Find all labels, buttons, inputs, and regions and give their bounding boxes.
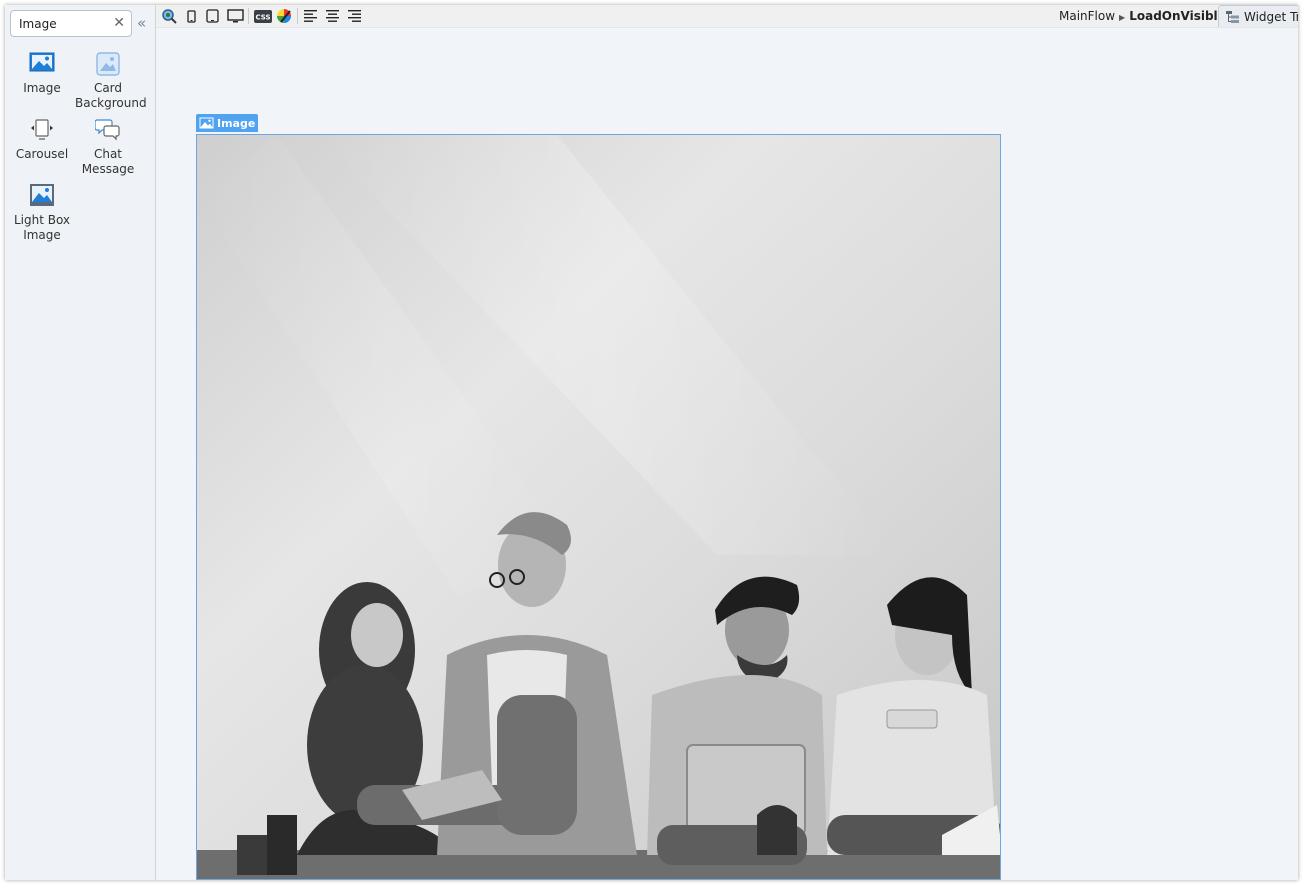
app-window: ✕ « Image C	[5, 5, 1298, 880]
card-background-icon	[75, 51, 141, 77]
lightbox-image-icon	[9, 183, 75, 209]
editor-toolbar: CSS MainFlow ▶ LoadOnVisible Widget T	[156, 5, 1298, 28]
widget-search-box[interactable]: ✕	[10, 10, 132, 37]
widget-item-lightbox-image[interactable]: Light Box Image	[9, 183, 75, 243]
tablet-icon[interactable]	[203, 7, 221, 25]
align-center-icon[interactable]	[324, 7, 340, 25]
design-canvas[interactable]: Image	[156, 28, 1298, 880]
phone-icon[interactable]	[184, 7, 198, 25]
widget-tree-tab[interactable]: Widget Tree	[1218, 5, 1298, 27]
widget-tree-label: Widget Tree	[1244, 9, 1298, 24]
selected-widget-tag: Image	[196, 114, 259, 132]
theme-icon[interactable]	[275, 7, 293, 25]
widget-search-input[interactable]	[19, 14, 109, 33]
breadcrumb-current: LoadOnVisible	[1129, 9, 1226, 23]
widget-item-chat-message[interactable]: Chat Message	[75, 117, 141, 177]
chat-message-icon	[75, 117, 141, 143]
chevron-right-icon: ▶	[1119, 13, 1126, 22]
widget-label: Card Background	[75, 81, 147, 110]
widget-label: Chat Message	[81, 147, 135, 176]
widget-item-card-background[interactable]: Card Background	[75, 51, 147, 111]
align-right-icon[interactable]	[346, 7, 362, 25]
image-widget-photo[interactable]	[196, 134, 1001, 880]
widget-label: Light Box Image	[13, 213, 71, 242]
widget-item-image[interactable]: Image	[9, 51, 75, 96]
tree-icon	[1226, 10, 1239, 23]
image-icon	[9, 51, 75, 77]
breadcrumb: MainFlow ▶ LoadOnVisible	[1059, 8, 1226, 26]
breadcrumb-parent[interactable]: MainFlow	[1059, 9, 1115, 23]
desktop-icon[interactable]	[225, 7, 245, 25]
css-icon[interactable]: CSS	[253, 7, 272, 25]
selected-widget-label: Image	[217, 116, 256, 130]
widget-label: Image	[23, 81, 61, 95]
widget-toolbox-panel: ✕ « Image C	[5, 5, 156, 880]
carousel-icon	[9, 117, 75, 143]
people-photo	[197, 135, 1000, 879]
close-icon[interactable]: ✕	[113, 14, 125, 33]
align-left-icon[interactable]	[302, 7, 318, 25]
preview-icon[interactable]	[160, 7, 178, 25]
widget-item-carousel[interactable]: Carousel	[9, 117, 75, 162]
collapse-panel-icon[interactable]: «	[137, 14, 146, 32]
image-icon	[199, 117, 214, 129]
svg-text:CSS: CSS	[255, 13, 270, 21]
widget-label: Carousel	[15, 147, 69, 161]
